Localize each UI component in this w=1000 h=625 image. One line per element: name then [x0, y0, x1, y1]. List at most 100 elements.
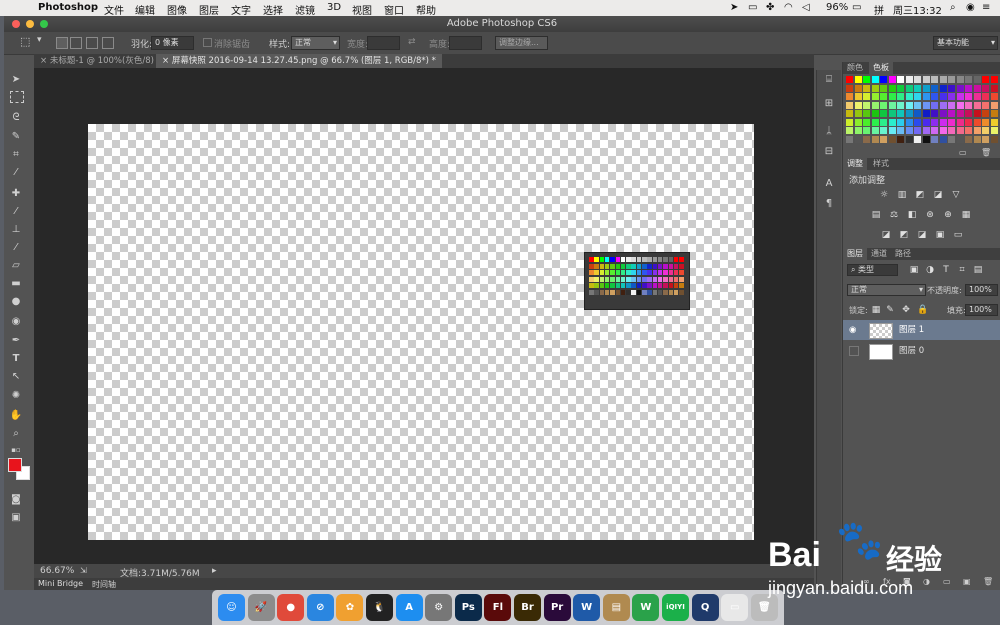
filter-pixel-icon[interactable]: ▣ — [909, 265, 919, 275]
black-white-icon[interactable]: ◧ — [907, 210, 917, 220]
pen-tool-icon[interactable]: ✒ — [8, 333, 24, 349]
swatch[interactable] — [948, 118, 955, 126]
filter-type-icon[interactable]: T — [941, 265, 951, 275]
swatch[interactable] — [956, 76, 964, 83]
swap-dimensions-icon[interactable]: ⇄ — [408, 37, 416, 47]
swatch[interactable] — [914, 76, 921, 83]
swatch[interactable] — [888, 110, 896, 117]
menu-view[interactable]: 视图 — [352, 2, 372, 17]
volume-icon[interactable]: ◁ — [802, 2, 810, 13]
swatch[interactable] — [905, 110, 913, 117]
menu-filter[interactable]: 滤镜 — [295, 2, 315, 17]
swatch[interactable] — [871, 135, 879, 143]
swatch[interactable] — [897, 101, 904, 109]
subtract-selection-icon[interactable] — [86, 37, 98, 49]
swatch[interactable] — [880, 127, 887, 134]
swatch[interactable] — [854, 84, 862, 92]
swatch[interactable] — [863, 135, 870, 143]
word-icon[interactable]: W — [573, 594, 601, 621]
chrome-icon[interactable]: ● — [277, 594, 305, 621]
swatch[interactable] — [956, 101, 964, 109]
safari-icon[interactable]: ⊘ — [306, 594, 334, 621]
posterize-icon[interactable]: ◩ — [899, 230, 909, 240]
swatch[interactable] — [905, 135, 913, 143]
swatch[interactable] — [897, 84, 904, 92]
swatch[interactable] — [922, 76, 930, 83]
blur-tool-icon[interactable]: ● — [8, 294, 24, 310]
swatch[interactable] — [990, 118, 998, 126]
swatch[interactable] — [982, 84, 989, 92]
swatch[interactable] — [931, 101, 938, 109]
eyedropper-tool-icon[interactable]: ⁄ — [8, 165, 24, 181]
qq-icon[interactable]: 🐧 — [366, 594, 393, 621]
swatch[interactable] — [914, 127, 921, 134]
lock-transparent-icon[interactable]: ▦ — [871, 305, 881, 315]
swatch[interactable] — [965, 127, 972, 134]
zoom-tool-icon[interactable]: ⌕ — [8, 426, 24, 442]
swatch[interactable] — [880, 93, 887, 100]
swatch[interactable] — [948, 101, 955, 109]
location-icon[interactable]: ➤ — [730, 2, 738, 13]
filter-smart-object-icon[interactable]: ▤ — [973, 265, 983, 275]
user-icon[interactable]: ◉ — [966, 2, 975, 13]
tab-swatches[interactable]: 色板 — [869, 62, 893, 74]
swatch[interactable] — [922, 135, 930, 143]
swatch[interactable] — [914, 101, 921, 109]
status-menu-arrow-icon[interactable]: ▸ — [212, 566, 217, 576]
blend-mode-select[interactable]: 正常 ▾ — [847, 284, 926, 296]
swatch[interactable] — [973, 84, 981, 92]
swatch[interactable] — [854, 118, 862, 126]
eye-icon[interactable]: ◉ — [849, 320, 856, 340]
swatch[interactable] — [982, 101, 989, 109]
swatch[interactable] — [922, 127, 930, 134]
swatch[interactable] — [965, 101, 972, 109]
tab-mini-bridge[interactable]: Mini Bridge — [38, 579, 83, 588]
width-input[interactable] — [367, 36, 400, 50]
tab-channels[interactable]: 通道 — [867, 248, 891, 260]
swatch[interactable] — [888, 84, 896, 92]
swatch[interactable] — [965, 76, 972, 83]
tab-styles[interactable]: 样式 — [869, 158, 893, 170]
hue-saturation-icon[interactable]: ▤ — [871, 210, 881, 220]
levels-icon[interactable]: ▥ — [897, 190, 907, 200]
swatch[interactable] — [897, 118, 904, 126]
swatch[interactable] — [871, 127, 879, 134]
antialias-checkbox[interactable] — [203, 38, 212, 47]
quick-selection-tool-icon[interactable]: ✎ — [8, 129, 24, 145]
swatch[interactable] — [922, 84, 930, 92]
swatch[interactable] — [939, 118, 947, 126]
clone-source-panel-icon[interactable]: ⊟ — [823, 146, 835, 158]
finder-icon[interactable]: ☺ — [218, 594, 245, 621]
photoshop-icon[interactable]: Ps — [454, 594, 482, 621]
filter-adjustment-icon[interactable]: ◑ — [925, 265, 935, 275]
swatch-grid[interactable] — [846, 76, 1000, 144]
preview-icon[interactable]: ▭ — [721, 594, 749, 621]
foreground-color-swatch[interactable] — [8, 458, 22, 472]
layer-row[interactable]: ◉ 图层 1 — [843, 320, 1000, 340]
swatch[interactable] — [905, 93, 913, 100]
swatch[interactable] — [939, 135, 947, 143]
refine-edge-button[interactable]: 调整边缘... — [495, 36, 548, 50]
channel-mixer-icon[interactable]: ⊕ — [943, 210, 953, 220]
swatch[interactable] — [990, 110, 998, 117]
history-panel-icon[interactable]: ⌸ — [823, 74, 835, 86]
swatch[interactable] — [905, 101, 913, 109]
rectangular-marquee-tool-icon[interactable] — [10, 91, 24, 103]
swatch[interactable] — [897, 135, 904, 143]
menu-window[interactable]: 窗口 — [384, 2, 404, 17]
properties-panel-icon[interactable]: ⊞ — [823, 98, 835, 110]
swatch[interactable] — [956, 110, 964, 117]
swatch[interactable] — [956, 93, 964, 100]
spotlight-icon[interactable]: ⌕ — [950, 2, 956, 13]
airplay-icon[interactable]: ▭ — [748, 2, 757, 13]
swatch[interactable] — [956, 118, 964, 126]
battery-percent[interactable]: 96% — [826, 2, 848, 13]
swatch[interactable] — [914, 110, 921, 117]
lock-position-icon[interactable]: ✥ — [901, 305, 911, 315]
swatch[interactable] — [871, 118, 879, 126]
swatch[interactable] — [922, 118, 930, 126]
swatch[interactable] — [982, 135, 989, 143]
swatches-panel-screenshot-layer[interactable] — [584, 252, 690, 310]
swatch[interactable] — [939, 76, 947, 83]
intersect-selection-icon[interactable] — [102, 37, 114, 49]
